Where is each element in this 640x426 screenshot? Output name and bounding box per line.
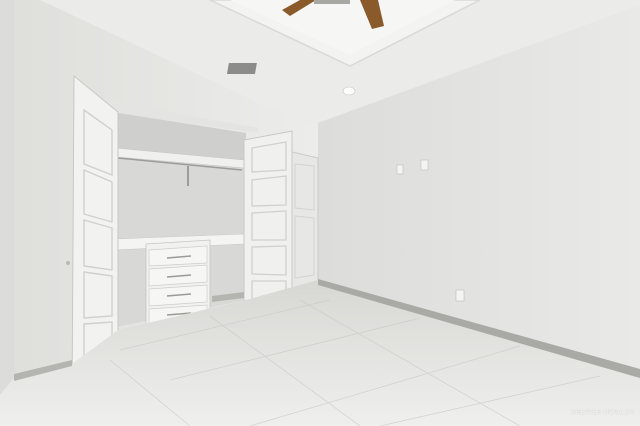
interior-door (291, 151, 319, 289)
recessed-light (342, 86, 356, 96)
room-scene (0, 0, 640, 426)
wall-outlet (455, 289, 465, 302)
air-vent (226, 63, 257, 74)
watermark-logo: GREATER MCALLEN (570, 410, 634, 416)
left-wall-edge (0, 0, 14, 395)
